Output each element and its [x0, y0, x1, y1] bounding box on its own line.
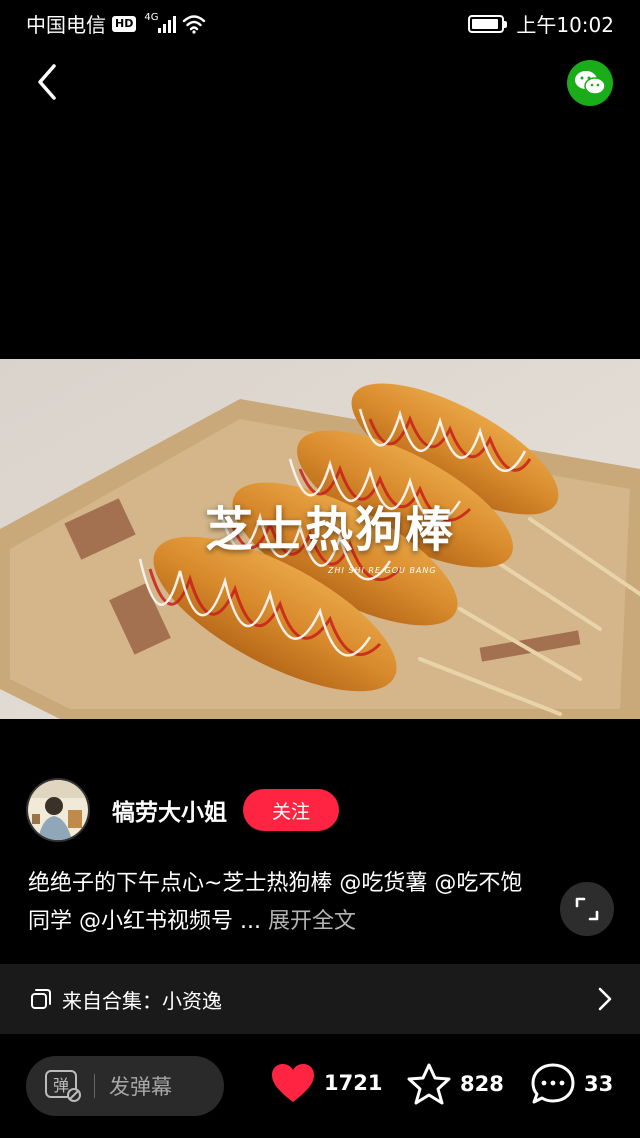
- wechat-share-button[interactable]: [567, 60, 613, 106]
- video-title-overlay: 芝士热狗棒: [205, 502, 456, 558]
- follow-button[interactable]: 关注: [243, 789, 339, 831]
- collection-icon: [31, 989, 51, 1009]
- expand-text-link[interactable]: 展开全文: [261, 909, 356, 934]
- chevron-right-icon: [598, 987, 612, 1011]
- fullscreen-button[interactable]: [560, 882, 614, 936]
- favorite-button[interactable]: 828: [406, 1062, 504, 1106]
- clock: 上午10:02: [516, 13, 614, 37]
- danmaku-icon: 弹: [45, 1070, 81, 1102]
- danmaku-placeholder: 发弹幕: [109, 1075, 172, 1099]
- back-button[interactable]: [30, 60, 66, 104]
- battery-icon: [468, 14, 508, 33]
- avatar[interactable]: [26, 778, 90, 842]
- heart-icon: [272, 1064, 314, 1102]
- signal-icon: [158, 15, 177, 33]
- chevron-left-icon: [38, 64, 56, 100]
- status-left: 中国电信 HD 4G: [26, 9, 206, 38]
- favorite-count: 828: [460, 1072, 504, 1096]
- danmaku-icon-text: 弹: [53, 1076, 69, 1095]
- expand-icon: [575, 897, 599, 921]
- like-count: 1721: [324, 1071, 383, 1095]
- comment-count: 33: [584, 1072, 614, 1096]
- status-bar: 中国电信 HD 4G 上午10:02: [0, 0, 640, 44]
- carrier-label: 中国电信: [26, 13, 106, 37]
- wifi-icon: [183, 14, 206, 34]
- danmaku-input[interactable]: 弹 发弹幕: [26, 1056, 224, 1116]
- divider: [94, 1074, 95, 1098]
- status-right: 上午10:02: [468, 9, 614, 38]
- author-name[interactable]: 犒劳大小姐: [112, 793, 227, 827]
- collection-label: 来自合集：小资逸: [62, 988, 222, 1013]
- network-type: 4G: [144, 12, 159, 23]
- like-button[interactable]: 1721: [270, 1062, 382, 1104]
- bottom-action-bar: 弹 发弹幕 1721 828 33: [0, 1034, 640, 1138]
- post-description: 绝绝子的下午点心~芝士热狗棒 @吃货薯 @吃不饱同学 @小红书视频号 ... 展…: [28, 865, 538, 941]
- collection-bar[interactable]: 来自合集：小资逸: [0, 964, 640, 1034]
- star-icon: [407, 1063, 451, 1105]
- hd-badge: HD: [112, 15, 137, 32]
- author-row: 犒劳大小姐 关注: [26, 777, 339, 843]
- comment-icon: [531, 1063, 575, 1104]
- video-player[interactable]: 芝士热狗棒 ZHI SHI RE GOU BANG: [0, 359, 640, 719]
- wechat-icon: [575, 71, 606, 95]
- comment-button[interactable]: 33: [530, 1062, 613, 1106]
- video-subtitle-overlay: ZHI SHI RE GOU BANG: [328, 566, 437, 575]
